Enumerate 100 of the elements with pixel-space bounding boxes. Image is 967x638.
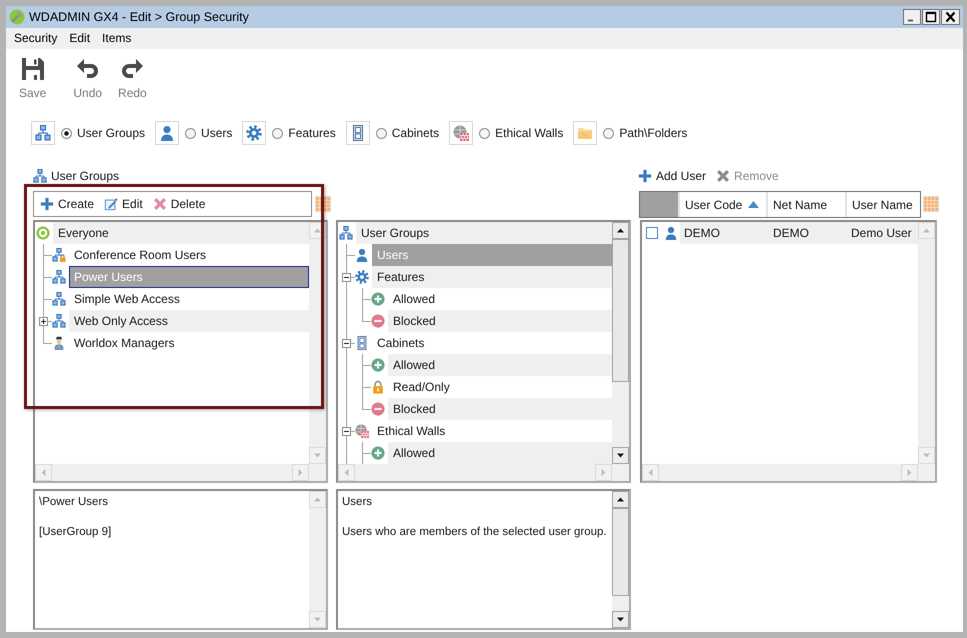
- detail-text: [UserGroup 9]: [39, 525, 112, 539]
- vertical-scrollbar[interactable]: [612, 222, 629, 464]
- collapse-button[interactable]: [342, 338, 351, 348]
- scroll-left-button[interactable]: [338, 464, 355, 481]
- column-header[interactable]: User Name: [845, 192, 920, 217]
- collapse-button[interactable]: [342, 426, 351, 436]
- tree-item[interactable]: Worldox Managers: [69, 332, 309, 354]
- tree-item[interactable]: Blocked: [388, 398, 612, 420]
- radio-label[interactable]: Cabinets: [392, 126, 440, 140]
- horizontal-scrollbar[interactable]: [642, 464, 918, 481]
- scrollbar-corner: [309, 464, 326, 481]
- window-title: WDADMIN GX4 - Edit > Group Security: [29, 10, 249, 24]
- close-button[interactable]: [941, 9, 960, 25]
- section-title: User Groups: [51, 169, 120, 183]
- minus-circle-icon: [371, 402, 385, 416]
- scroll-down-button[interactable]: [612, 611, 629, 628]
- scroll-left-button[interactable]: [642, 464, 659, 481]
- save-button[interactable]: Save: [11, 57, 54, 103]
- tree-item[interactable]: Read/Only: [388, 376, 612, 398]
- tree-item[interactable]: Simple Web Access: [69, 288, 309, 310]
- tree-item[interactable]: Allowed: [388, 288, 612, 310]
- tree-item[interactable]: User Groups: [356, 222, 612, 244]
- tree-item[interactable]: Allowed: [388, 354, 612, 376]
- tree-item[interactable]: Blocked: [388, 310, 612, 332]
- horizontal-scrollbar[interactable]: [35, 464, 309, 481]
- hierarchy-icon: [33, 169, 47, 183]
- collapse-button[interactable]: [342, 272, 351, 282]
- radio-button[interactable]: [272, 128, 284, 138]
- scroll-up-button[interactable]: [612, 222, 629, 239]
- redo-icon: [120, 57, 144, 81]
- horizontal-scrollbar[interactable]: [338, 464, 612, 481]
- tree-item[interactable]: Web Only Access: [69, 310, 309, 332]
- hierarchy-icon: [339, 226, 353, 240]
- person-icon: [155, 121, 180, 145]
- edit-icon: [104, 197, 118, 211]
- radio-button[interactable]: [185, 128, 196, 138]
- globe-wall-icon: [449, 121, 474, 145]
- radio-label[interactable]: Ethical Walls: [495, 126, 564, 140]
- radio-button[interactable]: [61, 128, 72, 138]
- tree-item[interactable]: Features: [372, 266, 612, 288]
- detail-text: Users who are members of the selected user group.: [342, 525, 608, 539]
- radio-button[interactable]: [376, 128, 387, 138]
- tree-item[interactable]: Allowed: [388, 442, 612, 464]
- column-header[interactable]: Net Name: [766, 192, 845, 217]
- radio-button[interactable]: [603, 128, 614, 138]
- scroll-down-button[interactable]: [612, 447, 629, 464]
- plus-circle-icon: [371, 446, 385, 460]
- scroll-up-button[interactable]: [612, 491, 629, 508]
- scrollbar-corner: [612, 464, 629, 481]
- detail-text: \Power Users: [39, 495, 110, 509]
- radio-label[interactable]: User Groups: [77, 126, 146, 140]
- hierarchy-lock-icon: [52, 248, 66, 262]
- plus-icon: [40, 197, 54, 211]
- menu-item[interactable]: Security: [8, 28, 64, 49]
- save-icon: [20, 57, 45, 81]
- create-button[interactable]: Create: [40, 195, 94, 213]
- lock-icon: [371, 380, 385, 394]
- scrollbar-thumb[interactable]: [612, 508, 629, 596]
- radio-button[interactable]: [479, 128, 490, 138]
- hierarchy-icon: [52, 270, 66, 284]
- hierarchy-icon: [31, 121, 55, 145]
- tree-item[interactable]: Ethical Walls: [372, 420, 612, 442]
- checkbox[interactable]: [646, 227, 658, 239]
- radio-label[interactable]: Users: [201, 126, 232, 140]
- redo-button[interactable]: Redo: [110, 57, 155, 103]
- expand-button[interactable]: [39, 316, 48, 326]
- tree-item[interactable]: Conference Room Users: [69, 244, 309, 266]
- gear-icon: [242, 121, 266, 145]
- scrollbar-thumb[interactable]: [612, 239, 629, 382]
- plus-circle-icon: [371, 292, 385, 306]
- add-user-button[interactable]: Add User: [638, 167, 706, 185]
- radio-label[interactable]: Path\Folders: [619, 126, 688, 140]
- maximize-button[interactable]: [922, 9, 940, 25]
- hierarchy-icon: [52, 292, 66, 306]
- undo-button[interactable]: Undo: [65, 57, 110, 103]
- menu-item[interactable]: Items: [96, 28, 138, 49]
- globe-wall-icon: [355, 424, 369, 438]
- vertical-scrollbar[interactable]: [612, 491, 629, 628]
- logo-icon: [36, 226, 50, 240]
- table-cell-text: DEMO: [683, 226, 721, 240]
- wrench-logo-icon: [9, 9, 25, 25]
- menu-item[interactable]: Edit: [63, 28, 96, 49]
- scroll-left-button[interactable]: [35, 464, 52, 481]
- cross-icon: [152, 197, 167, 211]
- cabinet-icon: [346, 121, 370, 145]
- table-cell-text: DEMO: [772, 226, 810, 240]
- delete-button[interactable]: Delete: [152, 195, 206, 213]
- scroll-right-button[interactable]: [901, 464, 918, 481]
- cross-icon: [716, 169, 730, 183]
- person-icon: [664, 226, 678, 240]
- column-header[interactable]: User Code: [678, 192, 766, 217]
- scroll-right-button[interactable]: [292, 464, 309, 481]
- plus-icon: [638, 169, 652, 183]
- tree-item[interactable]: Cabinets: [372, 332, 612, 354]
- edit-button[interactable]: Edit: [104, 195, 143, 213]
- tree-item[interactable]: Everyone: [53, 222, 309, 244]
- table-row[interactable]: DEMO DEMO Demo User: [680, 222, 918, 244]
- header-corner: [640, 192, 678, 217]
- radio-label[interactable]: Features: [288, 126, 336, 140]
- minimize-button[interactable]: [903, 9, 921, 25]
